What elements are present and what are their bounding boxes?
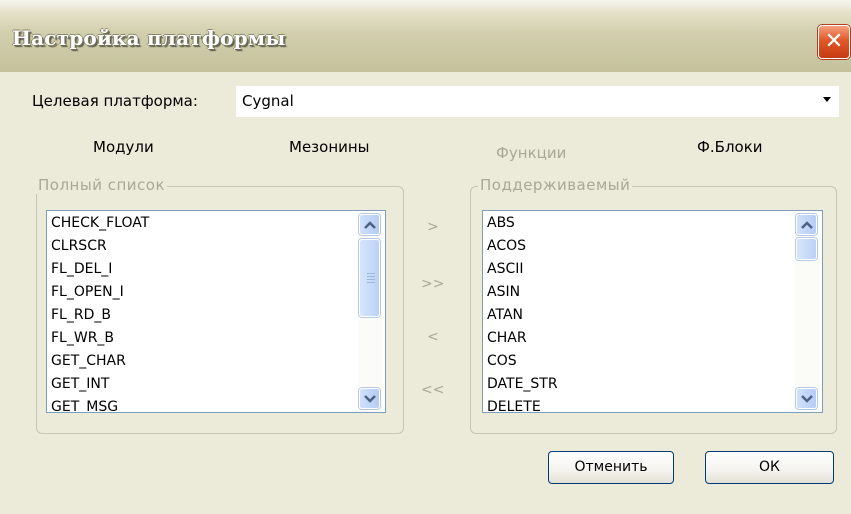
list-item[interactable]: CHECK_FLOAT xyxy=(51,215,149,231)
full-list-legend: Полный список xyxy=(36,176,167,194)
list-item[interactable]: FL_WR_B xyxy=(51,330,114,346)
close-button[interactable]: ✕ xyxy=(818,25,850,59)
scroll-down-button[interactable] xyxy=(796,388,817,409)
scroll-down-button[interactable] xyxy=(359,388,380,409)
list-item[interactable]: DELETE xyxy=(487,399,541,412)
target-platform-value: Cygnal xyxy=(242,92,294,110)
tab-function-blocks[interactable]: Ф.Блоки xyxy=(697,138,763,156)
chevron-down-icon xyxy=(801,395,813,403)
list-item[interactable]: GET_CHAR xyxy=(51,353,126,369)
supported-list-box[interactable]: ABS ACOS ASCII ASIN ATAN CHAR COS DATE_S… xyxy=(482,210,823,413)
list-item[interactable]: GET_MSG xyxy=(51,399,118,412)
remove-selected-button[interactable]: < xyxy=(427,329,439,345)
add-selected-button[interactable]: > xyxy=(427,219,439,235)
remove-all-button[interactable]: << xyxy=(421,382,444,398)
scroll-thumb[interactable] xyxy=(359,239,380,317)
supported-list-legend: Поддерживаемый xyxy=(478,176,633,194)
list-item[interactable]: CHAR xyxy=(487,330,527,346)
list-item[interactable]: ASIN xyxy=(487,284,520,300)
tab-functions: Функции xyxy=(496,144,567,162)
platform-settings-dialog: Настройка платформы ✕ Целевая платформа:… xyxy=(0,0,851,514)
list-item[interactable]: GET_INT xyxy=(51,376,109,392)
close-icon: ✕ xyxy=(824,29,844,54)
ok-button[interactable]: ОК xyxy=(705,451,834,484)
add-all-button[interactable]: >> xyxy=(421,276,444,292)
full-list-scrollbar[interactable] xyxy=(358,212,382,411)
tab-mezzanines[interactable]: Мезонины xyxy=(289,138,370,156)
target-platform-label: Целевая платформа: xyxy=(32,92,198,110)
scroll-up-button[interactable] xyxy=(359,214,380,235)
scroll-up-button[interactable] xyxy=(796,214,817,235)
target-platform-dropdown[interactable]: Cygnal xyxy=(236,86,839,117)
chevron-up-icon xyxy=(801,221,813,229)
dropdown-arrow-icon[interactable] xyxy=(823,97,831,102)
chevron-up-icon xyxy=(364,221,376,229)
dialog-title: Настройка платформы xyxy=(12,26,286,50)
title-bar[interactable]: Настройка платформы ✕ xyxy=(0,0,851,72)
list-item[interactable]: FL_OPEN_I xyxy=(51,284,124,300)
supported-list-scrollbar[interactable] xyxy=(795,212,819,411)
cancel-button[interactable]: Отменить xyxy=(548,451,674,484)
full-list-box[interactable]: CHECK_FLOAT CLRSCR FL_DEL_I FL_OPEN_I FL… xyxy=(46,210,386,413)
list-item[interactable]: ACOS xyxy=(487,238,526,254)
list-item[interactable]: CLRSCR xyxy=(51,238,107,254)
list-item[interactable]: FL_RD_B xyxy=(51,307,111,323)
list-item[interactable]: ASCII xyxy=(487,261,524,277)
list-item[interactable]: FL_DEL_I xyxy=(51,261,112,277)
list-item[interactable]: ABS xyxy=(487,215,515,231)
list-item[interactable]: DATE_STR xyxy=(487,376,558,392)
scroll-thumb[interactable] xyxy=(796,238,817,260)
chevron-down-icon xyxy=(364,395,376,403)
list-item[interactable]: ATAN xyxy=(487,307,523,323)
tab-modules[interactable]: Модули xyxy=(93,138,154,156)
list-item[interactable]: COS xyxy=(487,353,517,369)
